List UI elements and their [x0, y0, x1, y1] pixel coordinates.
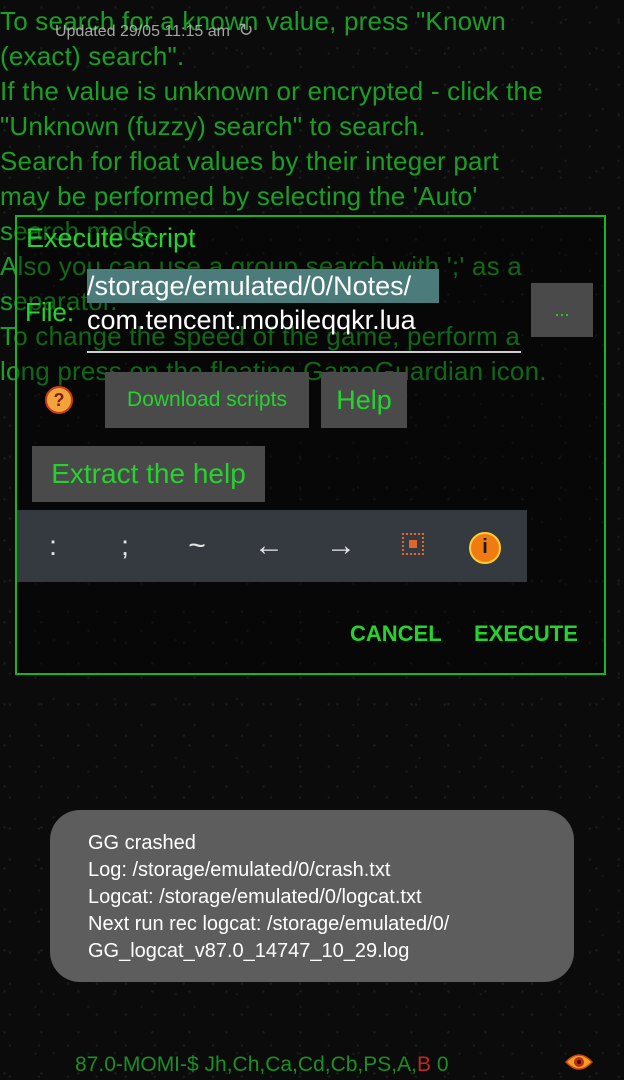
status-bar: 87.0-MOMI-$ Jh,Ch,Ca,Cd,Cb,PS,A,B 0 — [75, 1053, 449, 1077]
key-left-arrow[interactable]: ← — [233, 529, 305, 563]
status-prefix: 87.0-MOMI-$ — [75, 1053, 199, 1076]
file-label: File: — [25, 297, 75, 327]
help-line: (exact) search". — [0, 41, 185, 71]
help-line: "Unknown (fuzzy) search" to search. — [0, 111, 426, 141]
key-colon[interactable]: : — [17, 530, 89, 562]
updated-label: Updated 29/05 11:15 am ↻ — [55, 20, 254, 41]
toast-line: GG crashed — [88, 832, 196, 854]
download-scripts-button[interactable]: Download scripts — [105, 372, 309, 428]
eye-icon[interactable] — [565, 1052, 593, 1072]
help-button[interactable]: Help — [321, 372, 407, 428]
toast-line: GG_logcat_v87.0_14747_10_29.log — [88, 940, 410, 962]
file-path-line2: com.tencent.mobileqqkr.lua — [87, 305, 416, 335]
question-icon[interactable]: ? — [45, 386, 73, 414]
help-line: Search for float values by their integer… — [0, 146, 499, 176]
status-red-flag: B — [416, 1053, 431, 1076]
dialog-title: Execute script — [26, 223, 196, 253]
updated-text: Updated 29/05 11:15 am — [55, 23, 230, 40]
toast-line: Logcat: /storage/emulated/0/logcat.txt — [88, 886, 422, 908]
key-semicolon[interactable]: ; — [89, 530, 161, 562]
browse-button[interactable]: ... — [531, 283, 593, 337]
toast-line: Next run rec logcat: /storage/emulated/0… — [88, 913, 450, 935]
extract-help-button[interactable]: Extract the help — [32, 446, 265, 502]
cancel-button[interactable]: CANCEL — [350, 621, 442, 647]
key-tilde[interactable]: ~ — [161, 529, 233, 563]
execute-button[interactable]: EXECUTE — [474, 621, 578, 647]
info-icon[interactable]: i — [449, 528, 521, 564]
file-path-line1: /storage/emulated/0/Notes/ — [87, 269, 440, 303]
crash-toast: GG crashed Log: /storage/emulated/0/cras… — [50, 810, 574, 982]
help-line: If the value is unknown or encrypted - c… — [0, 76, 543, 106]
refresh-icon[interactable]: ↻ — [238, 20, 253, 40]
toast-line: Log: /storage/emulated/0/crash.txt — [88, 859, 391, 881]
status-count: 0 — [430, 1053, 449, 1076]
execute-script-dialog: Execute script File: /storage/emulated/0… — [15, 215, 606, 675]
help-line: may be performed by selecting the 'Auto' — [0, 181, 478, 211]
key-bar: : ; ~ ← → i — [17, 510, 527, 582]
file-path-input[interactable]: /storage/emulated/0/Notes/ com.tencent.m… — [87, 269, 521, 353]
select-all-icon[interactable] — [377, 530, 449, 562]
status-flags: Jh,Ch,Ca,Cd,Cb,PS,A, — [198, 1053, 417, 1076]
key-right-arrow[interactable]: → — [305, 529, 377, 563]
